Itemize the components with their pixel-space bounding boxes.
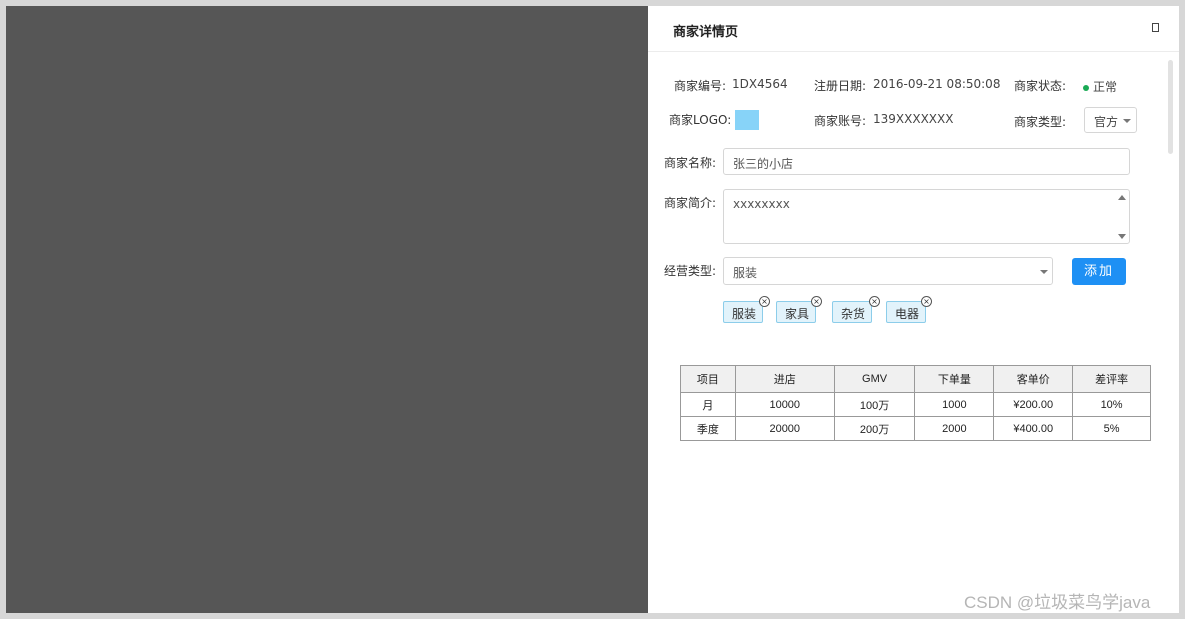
panel-title: 商家详情页 <box>673 25 739 40</box>
modal-backdrop[interactable] <box>6 6 648 613</box>
biz-type-label: 经营类型: <box>664 264 717 278</box>
table-header-cell: 客单价 <box>993 365 1074 393</box>
merchant-no-label: 商家编号: <box>674 79 727 93</box>
merchant-logo <box>735 110 759 130</box>
table-cell: 10000 <box>734 392 835 417</box>
merchant-detail-panel: 商家详情页 商家编号: 1DX4564 注册日期: 2016-09-21 08:… <box>648 6 1179 613</box>
chevron-down-icon <box>1123 119 1131 123</box>
reg-date-label: 注册日期: <box>814 79 867 93</box>
merchant-type-select[interactable]: 官方 <box>1084 107 1137 133</box>
panel-header: 商家详情页 <box>648 6 1179 52</box>
tag-label: 电器 <box>895 307 920 321</box>
table-cell: 200万 <box>833 416 916 441</box>
table-header-cell: 项目 <box>680 365 736 393</box>
merchant-no-value: 1DX4564 <box>732 77 788 91</box>
biz-type-select[interactable]: 服装 <box>723 257 1053 285</box>
table-cell: ¥400.00 <box>993 416 1074 441</box>
tag-close-icon[interactable]: × <box>921 296 932 307</box>
table-cell: 20000 <box>734 416 835 441</box>
tag-item: 家具 <box>776 301 817 323</box>
reg-date-value: 2016-09-21 08:50:08 <box>873 77 1001 91</box>
tag-item: 服装 <box>723 301 764 323</box>
stats-table: 项目 进店 GMV 下单量 客单价 差评率 月 10000 100万 1000 … <box>680 365 1151 441</box>
table-cell: 5% <box>1072 416 1151 441</box>
tag-close-icon[interactable]: × <box>869 296 880 307</box>
table-cell: 月 <box>680 392 736 417</box>
close-icon[interactable] <box>1152 23 1159 32</box>
name-label: 商家名称: <box>664 156 717 170</box>
table-header-cell: 差评率 <box>1072 365 1151 393</box>
intro-label: 商家简介: <box>664 196 717 210</box>
table-row: 月 10000 100万 1000 ¥200.00 10% <box>680 392 1151 417</box>
merchant-type-value: 官方 <box>1094 115 1119 129</box>
tag-close-icon[interactable]: × <box>759 296 770 307</box>
merchant-intro-value: xxxxxxxx <box>733 197 790 211</box>
scroll-down-icon[interactable] <box>1118 234 1126 239</box>
tag-label: 服装 <box>732 307 757 321</box>
tag-label: 家具 <box>785 307 810 321</box>
merchant-name-input[interactable]: 张三的小店 <box>723 148 1130 175</box>
table-cell: 1000 <box>914 392 995 417</box>
merchant-intro-textarea[interactable]: xxxxxxxx <box>723 189 1130 244</box>
status-dot-icon <box>1083 84 1089 91</box>
logo-label: 商家LOGO: <box>669 113 732 127</box>
table-cell: 100万 <box>833 392 916 417</box>
merchant-name-value: 张三的小店 <box>733 157 794 171</box>
table-cell: 10% <box>1072 392 1151 417</box>
scroll-up-icon[interactable] <box>1118 195 1126 200</box>
account-label: 商家账号: <box>814 114 867 128</box>
chevron-down-icon <box>1040 270 1048 274</box>
status-text: 正常 <box>1093 80 1118 94</box>
tag-item: 电器 <box>886 301 927 323</box>
table-cell: 2000 <box>914 416 995 441</box>
tag-label: 杂货 <box>841 307 866 321</box>
table-row: 季度 20000 200万 2000 ¥400.00 5% <box>680 416 1151 441</box>
tag-item: 杂货 <box>832 301 873 323</box>
table-cell: ¥200.00 <box>993 392 1074 417</box>
table-header-row: 项目 进店 GMV 下单量 客单价 差评率 <box>680 365 1151 393</box>
account-value: 139XXXXXXX <box>873 112 954 126</box>
add-button[interactable]: 添加 <box>1072 258 1126 285</box>
table-header-cell: 下单量 <box>914 365 995 393</box>
panel-scrollbar[interactable] <box>1168 60 1173 154</box>
status-label: 商家状态: <box>1014 79 1067 93</box>
table-cell: 季度 <box>680 416 736 441</box>
table-header-cell: 进店 <box>734 365 835 393</box>
table-header-cell: GMV <box>833 365 916 393</box>
watermark: CSDN @垃圾菜鸟学java <box>964 593 1151 612</box>
type-label: 商家类型: <box>1014 115 1067 129</box>
status-badge: 正常 <box>1083 78 1117 95</box>
biz-type-value: 服装 <box>733 266 758 280</box>
tag-close-icon[interactable]: × <box>811 296 822 307</box>
